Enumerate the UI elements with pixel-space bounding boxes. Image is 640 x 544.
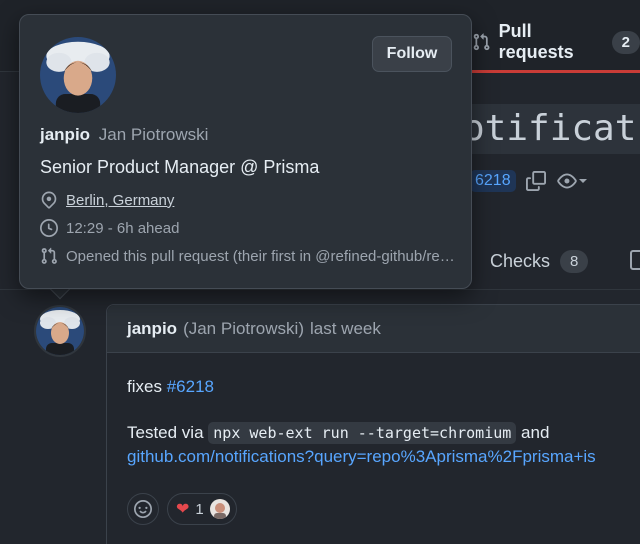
pr-meta: 6218 xyxy=(470,170,588,192)
comment: janpio (Jan Piotrowski) last week fixes … xyxy=(106,304,640,544)
hovercard-location-row: Berlin, Germany xyxy=(40,191,174,209)
reactions-bar: ❤ 1 xyxy=(127,493,237,525)
comment-author-login[interactable]: janpio xyxy=(127,319,177,339)
notifications-link[interactable]: github.com/notifications?query=repo%3Apr… xyxy=(127,447,596,466)
file-diff-icon[interactable] xyxy=(630,250,640,270)
heart-icon: ❤ xyxy=(176,501,190,518)
add-reaction-button[interactable] xyxy=(127,493,159,525)
comment-header: janpio (Jan Piotrowski) last week xyxy=(107,305,640,353)
comment-author-avatar[interactable] xyxy=(34,305,86,357)
and-text: and xyxy=(521,423,550,442)
smiley-icon xyxy=(134,500,152,518)
hovercard-fullname: Jan Piotrowski xyxy=(98,125,209,144)
reactor-avatar xyxy=(209,499,230,519)
comment-paragraph-fixes: fixes #6218 xyxy=(127,375,640,399)
comment-body: fixes #6218 Tested via npx web-ext run -… xyxy=(107,353,640,469)
comment-paragraph-tested: Tested via npx web-ext run --target=chro… xyxy=(127,421,640,469)
tab-checks-label: Checks xyxy=(490,251,551,271)
tested-via-text: Tested via xyxy=(127,423,204,442)
hovercard-names: janpio Jan Piotrowski xyxy=(40,125,208,145)
copy-icon[interactable] xyxy=(525,171,546,191)
hovercard-opened-row: Opened this pull request (their first in… xyxy=(40,247,455,265)
follow-button[interactable]: Follow xyxy=(372,36,452,72)
tab-pull-requests-label: Pull requests xyxy=(498,21,574,62)
heart-reaction-button[interactable]: ❤ 1 xyxy=(167,493,237,525)
fixes-text: fixes xyxy=(127,377,162,396)
active-tab-underline xyxy=(466,70,640,73)
comment-timestamp[interactable]: last week xyxy=(310,319,381,339)
caret-down-icon xyxy=(578,179,587,183)
command-code: npx web-ext run --target=chromium xyxy=(208,422,517,444)
hovercard-login[interactable]: janpio xyxy=(40,125,90,144)
pr-number-link[interactable]: 6218 xyxy=(470,170,516,192)
tab-checks-count: 8 xyxy=(560,250,589,273)
tab-pull-requests-count: 2 xyxy=(611,30,640,54)
location-icon xyxy=(41,191,57,209)
heart-reaction-count: 1 xyxy=(195,500,204,518)
git-pull-request-icon xyxy=(41,247,57,264)
hovercard-local-time: 12:29 - 6h ahead xyxy=(66,219,180,237)
clock-icon xyxy=(40,219,58,237)
hovercard-avatar[interactable] xyxy=(40,37,116,113)
tab-pull-requests[interactable]: Pull requests 2 xyxy=(472,21,640,62)
hovercard-bio: Senior Product Manager @ Prisma xyxy=(40,157,320,177)
issue-link[interactable]: #6218 xyxy=(167,377,214,396)
eye-icon[interactable] xyxy=(556,171,588,191)
hovercard-opened-note: Opened this pull request (their first in… xyxy=(66,247,455,265)
pr-title: otificat xyxy=(455,104,640,154)
comment-author-fullname: (Jan Piotrowski) xyxy=(183,318,304,338)
hovercard-location[interactable]: Berlin, Germany xyxy=(66,192,174,209)
user-hovercard: Follow janpio Jan Piotrowski Senior Prod… xyxy=(19,14,472,289)
hovercard-time-row: 12:29 - 6h ahead xyxy=(40,219,179,237)
git-pull-request-icon xyxy=(473,33,490,51)
tab-checks[interactable]: Checks 8 xyxy=(490,250,589,273)
